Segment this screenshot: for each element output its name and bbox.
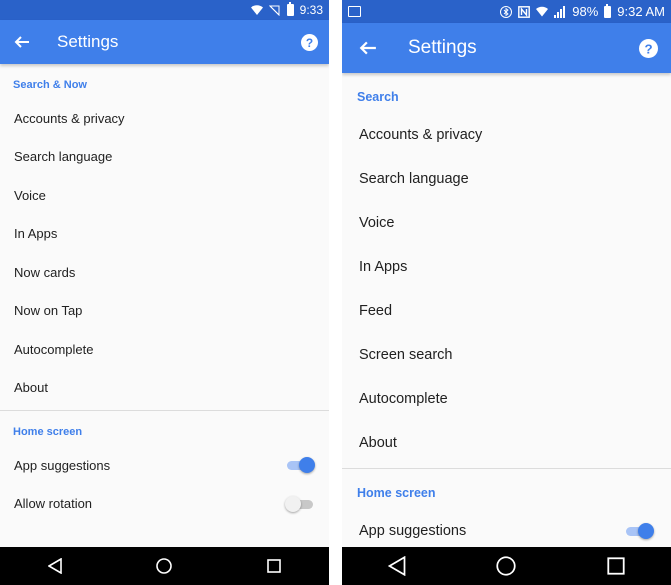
settings-list: Search Accounts & privacy Search languag… (342, 73, 671, 547)
toggle-row-app-suggestions[interactable]: App suggestions (342, 509, 671, 547)
status-icons: 9:33 (250, 2, 323, 17)
item-label: Search language (14, 149, 113, 165)
item-label: Accounts & privacy (14, 110, 125, 126)
settings-item-feed[interactable]: Feed (342, 289, 671, 333)
item-label: In Apps (14, 226, 58, 242)
signal-icon (554, 5, 566, 18)
no-signal-icon (269, 4, 281, 16)
navigation-bar (0, 547, 329, 585)
right-phone-screen: 98% 9:32 AM Settings ? Search Accounts &… (342, 0, 671, 585)
item-label: Screen search (359, 347, 453, 363)
app-bar: Settings ? (0, 20, 329, 64)
settings-item-now-cards[interactable]: Now cards (0, 253, 329, 292)
item-label: Autocomplete (359, 391, 448, 407)
section-header-home-screen: Home screen (357, 486, 436, 500)
item-label: Voice (359, 215, 395, 231)
item-label: Voice (14, 187, 46, 203)
toggle-label: Allow rotation (14, 496, 93, 512)
battery-icon (604, 3, 612, 18)
section-header-search: Search (357, 90, 399, 104)
settings-item-voice[interactable]: Voice (0, 176, 329, 215)
settings-item-voice[interactable]: Voice (342, 201, 671, 245)
navigation-bar (342, 547, 671, 585)
settings-item-about[interactable]: About (342, 421, 671, 465)
settings-item-autocomplete[interactable]: Autocomplete (342, 377, 671, 421)
app-bar: Settings ? (342, 23, 671, 73)
status-bar: 9:33 (0, 0, 329, 20)
status-time: 9:33 (299, 3, 323, 17)
settings-item-autocomplete[interactable]: Autocomplete (0, 330, 329, 369)
wifi-icon (250, 4, 263, 16)
status-icons: 98% 9:32 AM (500, 3, 665, 19)
battery-percent: 98% (572, 4, 599, 19)
section-header-search-now: Search & Now (13, 79, 87, 91)
settings-item-search-language[interactable]: Search language (342, 157, 671, 201)
item-label: Now cards (14, 264, 76, 280)
settings-item-in-apps[interactable]: In Apps (342, 245, 671, 289)
settings-item-accounts-privacy[interactable]: Accounts & privacy (342, 113, 671, 157)
app-suggestions-switch[interactable] (285, 457, 315, 474)
settings-item-now-on-tap[interactable]: Now on Tap (0, 292, 329, 331)
arrow-back-icon[interactable] (342, 23, 394, 73)
nav-home-icon[interactable] (144, 547, 184, 585)
arrow-back-icon[interactable] (0, 20, 44, 64)
settings-item-about[interactable]: About (0, 369, 329, 408)
item-label: Now on Tap (14, 303, 83, 319)
item-label: Search language (359, 171, 469, 187)
page-title: Settings (57, 32, 119, 51)
toggle-label: App suggestions (14, 457, 111, 473)
nav-recents-icon[interactable] (254, 547, 294, 585)
section-header-home-screen: Home screen (13, 426, 83, 438)
allow-rotation-switch[interactable] (285, 495, 315, 512)
settings-item-accounts-privacy[interactable]: Accounts & privacy (0, 99, 329, 138)
item-label: Feed (359, 303, 393, 319)
battery-icon (286, 2, 294, 16)
toggle-label: App suggestions (359, 523, 467, 539)
toggle-row-allow-rotation[interactable]: Allow rotation (0, 485, 329, 524)
status-time: 9:32 AM (617, 4, 665, 19)
settings-list: Search & Now Accounts & privacy Search l… (0, 64, 329, 547)
svg-text:?: ? (305, 35, 312, 49)
nav-back-icon[interactable] (35, 547, 75, 585)
item-label: In Apps (359, 259, 408, 275)
left-phone-screen: 9:33 Settings ? Search & Now Accounts & … (0, 0, 329, 585)
app-suggestions-switch[interactable] (624, 523, 654, 539)
status-bar: 98% 9:32 AM (342, 0, 671, 23)
item-label: Accounts & privacy (359, 127, 483, 143)
item-label: About (359, 435, 397, 451)
photo-notification-icon (348, 6, 361, 17)
settings-item-screen-search[interactable]: Screen search (342, 333, 671, 377)
bluetooth-icon (500, 5, 513, 18)
help-circle-icon[interactable]: ? (289, 20, 329, 64)
svg-text:?: ? (644, 41, 652, 56)
nav-home-icon[interactable] (486, 547, 526, 585)
nav-back-icon[interactable] (377, 547, 417, 585)
item-label: About (14, 380, 48, 396)
wifi-icon (536, 6, 549, 18)
nfc-icon (518, 5, 531, 18)
page-title: Settings (408, 37, 477, 58)
nav-recents-icon[interactable] (596, 547, 636, 585)
settings-item-search-language[interactable]: Search language (0, 138, 329, 177)
toggle-row-app-suggestions[interactable]: App suggestions (0, 446, 329, 485)
item-label: Autocomplete (14, 341, 94, 357)
help-circle-icon[interactable]: ? (625, 23, 671, 73)
settings-item-in-apps[interactable]: In Apps (0, 215, 329, 254)
